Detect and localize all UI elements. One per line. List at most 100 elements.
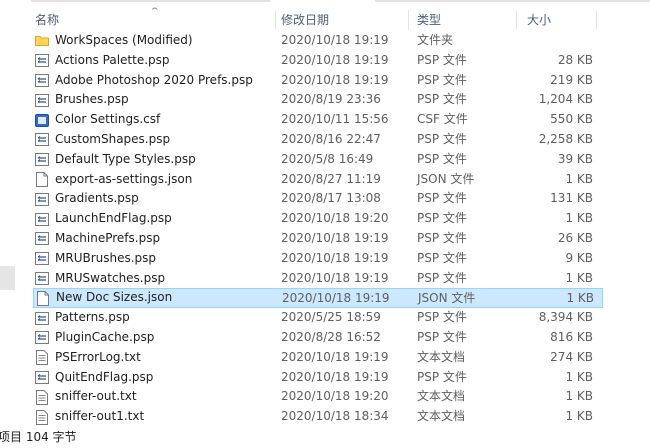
file-row[interactable]: Color Settings.csf 2020/10/11 15:56 CSF 文件…: [31, 110, 650, 130]
file-row[interactable]: PluginCache.psp 2020/8/28 16:52 PSP 文件 816 …: [31, 328, 650, 348]
file-row[interactable]: Brushes.psp 2020/8/19 23:36 PSP 文件 1,204 KB: [31, 90, 650, 110]
file-date: 2020/10/18 19:20: [281, 211, 389, 226]
file-date: 2020/10/18 19:19: [281, 250, 389, 265]
column-header-row: ⌃ 名称 修改日期 类型 大小: [31, 7, 650, 32]
file-row[interactable]: WorkSpaces (Modified) 2020/10/18 19:19 文件夹: [31, 31, 650, 51]
file-size: 39 KB: [557, 151, 593, 166]
file-date: 2020/10/11 15:56: [281, 112, 389, 127]
sort-ascending-icon: ⌃: [148, 7, 161, 17]
psp-file-icon: [35, 73, 49, 88]
file-row-selected[interactable]: New Doc Sizes.json 2020/10/18 19:19 JSON 文…: [33, 288, 603, 309]
file-name: sniffer-out.txt: [55, 389, 137, 404]
file-size: 1 KB: [566, 291, 594, 306]
file-type: PSP 文件: [417, 270, 467, 285]
column-divider[interactable]: [516, 10, 517, 30]
file-date: 2020/8/19 23:36: [281, 92, 381, 107]
file-name: Patterns.psp: [55, 310, 130, 325]
column-divider[interactable]: [596, 10, 597, 30]
file-size: 816 KB: [550, 329, 593, 344]
file-size: 1 KB: [565, 389, 593, 404]
file-name-cell: Patterns.psp: [35, 308, 280, 328]
file-row[interactable]: MachinePrefs.psp 2020/10/18 19:19 PSP 文件 26…: [31, 229, 650, 249]
psp-file-icon: [35, 311, 49, 326]
file-row[interactable]: LaunchEndFlag.psp 2020/10/18 19:20 PSP 文件 1…: [31, 209, 650, 229]
file-row[interactable]: CustomShapes.psp 2020/8/16 22:47 PSP 文件 2,2…: [31, 130, 650, 150]
navigation-pane-edge[interactable]: [0, 0, 31, 426]
file-name-cell: Actions Palette.psp: [35, 51, 280, 71]
file-name-cell: New Doc Sizes.json: [36, 289, 281, 307]
column-header-name[interactable]: ⌃ 名称: [35, 7, 276, 32]
file-name: LaunchEndFlag.psp: [55, 211, 172, 226]
file-row[interactable]: Actions Palette.psp 2020/10/18 19:19 PSP 文…: [31, 51, 650, 71]
file-type: PSP 文件: [417, 250, 467, 265]
file-name-cell: export-as-settings.json: [35, 170, 280, 190]
file-name: PSErrorLog.txt: [55, 349, 141, 364]
file-type: JSON 文件: [418, 291, 476, 306]
file-row[interactable]: Adobe Photoshop 2020 Prefs.psp 2020/10/18…: [31, 71, 650, 91]
file-name-cell: MachinePrefs.psp: [35, 229, 280, 249]
top-border-left: [0, 0, 270, 2]
column-header-type-label: 类型: [417, 13, 442, 27]
column-header-type[interactable]: 类型: [417, 8, 517, 32]
txt-file-icon: [35, 389, 49, 405]
column-divider[interactable]: [275, 10, 276, 30]
window-top-edge: [0, 0, 650, 2]
file-name: CustomShapes.psp: [55, 131, 171, 146]
file-row[interactable]: Default Type Styles.psp 2020/5/8 16:49 PSP…: [31, 150, 650, 170]
file-type: PSP 文件: [417, 52, 467, 67]
file-type: PSP 文件: [417, 72, 467, 87]
file-date: 2020/10/18 19:19: [281, 33, 389, 47]
column-divider[interactable]: [408, 10, 409, 30]
file-row[interactable]: PSErrorLog.txt 2020/10/18 19:19 文本文档 274 KB: [31, 348, 650, 368]
file-name-cell: Brushes.psp: [35, 90, 280, 110]
file-name: Color Settings.csf: [55, 112, 161, 127]
status-bar: 项目 104 字节: [0, 427, 650, 448]
file-date: 2020/10/18 19:19: [281, 369, 389, 384]
file-name-cell: Color Settings.csf: [35, 110, 280, 130]
file-row[interactable]: export-as-settings.json 2020/8/27 11:19 JS…: [31, 170, 650, 190]
file-name: sniffer-out1.txt: [55, 409, 145, 424]
file-row[interactable]: QuitEndFlag.psp 2020/10/18 19:19 PSP 文件 1 K…: [31, 368, 650, 388]
file-name-cell: Default Type Styles.psp: [35, 150, 280, 170]
psp-file-icon: [35, 370, 49, 385]
file-row[interactable]: sniffer-out.txt 2020/10/18 19:20 文本文档 1 KB: [31, 387, 650, 407]
file-name-cell: MRUBrushes.psp: [35, 249, 280, 269]
file-date: 2020/8/16 22:47: [281, 131, 381, 146]
column-header-date[interactable]: 修改日期: [281, 8, 409, 32]
file-type: 文件夹: [417, 33, 454, 47]
file-name: Adobe Photoshop 2020 Prefs.psp: [55, 72, 253, 87]
file-size: [511, 31, 593, 51]
file-size: 1 KB: [565, 270, 593, 285]
file-row[interactable]: Gradients.psp 2020/8/17 13:08 PSP 文件 131 KB: [31, 189, 650, 209]
file-name-cell: CustomShapes.psp: [35, 130, 280, 150]
file-size: 1,204 KB: [538, 92, 593, 107]
column-header-size-label: 大小: [527, 13, 552, 27]
file-size: 1 KB: [565, 409, 593, 424]
txt-file-icon: [35, 350, 49, 366]
column-header-date-label: 修改日期: [281, 13, 330, 27]
file-size: 28 KB: [557, 52, 593, 67]
file-size: 550 KB: [550, 112, 593, 127]
psp-file-icon: [35, 231, 49, 246]
psp-file-icon: [35, 251, 49, 266]
file-date: 2020/10/18 18:34: [281, 409, 389, 424]
file-date: 2020/10/18 19:19: [281, 230, 389, 245]
file-name: MRUBrushes.psp: [55, 250, 157, 265]
column-header-size[interactable]: 大小: [527, 8, 597, 32]
file-name-cell: sniffer-out.txt: [35, 387, 280, 407]
file-name: Actions Palette.psp: [55, 52, 170, 67]
file-row[interactable]: MRUSwatches.psp 2020/10/18 19:19 PSP 文件 1 K…: [31, 269, 650, 289]
file-row[interactable]: Patterns.psp 2020/5/25 18:59 PSP 文件 8,394 K…: [31, 308, 650, 328]
psp-file-icon: [35, 152, 49, 167]
file-name-cell: LaunchEndFlag.psp: [35, 209, 280, 229]
navigation-selected-item[interactable]: [0, 266, 15, 290]
file-date: 2020/10/18 19:19: [281, 72, 389, 87]
file-date: 2020/8/17 13:08: [281, 191, 381, 206]
file-row[interactable]: sniffer-out1.txt 2020/10/18 18:34 文本文档 1 KB: [31, 407, 650, 427]
file-size: 274 KB: [550, 349, 593, 364]
file-size: 9 KB: [565, 250, 593, 265]
file-date: 2020/10/18 19:19: [281, 349, 389, 364]
file-type: 文本文档: [417, 349, 466, 364]
psp-file-icon: [35, 93, 49, 108]
file-row[interactable]: MRUBrushes.psp 2020/10/18 19:19 PSP 文件 9 KB: [31, 249, 650, 269]
